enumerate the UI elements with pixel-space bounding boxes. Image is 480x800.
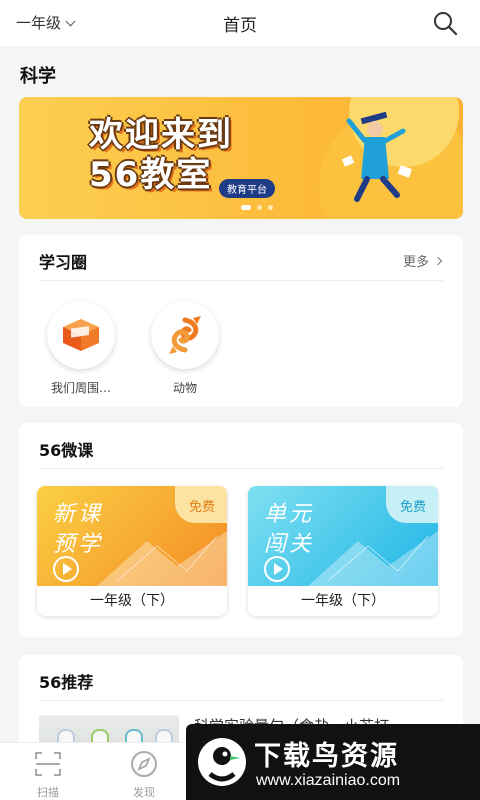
more-link[interactable]: 更多	[402, 251, 443, 270]
tile-cover: 单元 闯关 免费	[248, 486, 438, 586]
circle-item-label: 动物	[172, 381, 197, 395]
watermark-name: 下载鸟资源	[254, 741, 399, 772]
watermark-url: www.xiazainiao.com	[256, 772, 401, 789]
nav-scan[interactable]: 扫描	[18, 749, 78, 800]
top-bar: 一年级 首页	[0, 0, 480, 46]
micro-course-title: 56微课	[39, 441, 94, 460]
fish-icon	[151, 301, 219, 369]
divider	[39, 280, 443, 281]
nav-label: 发现	[133, 786, 155, 799]
divider	[39, 700, 443, 701]
chevron-right-icon	[433, 256, 443, 265]
watermark-overlay: 下载鸟资源 www.xiazainiao.com	[186, 724, 480, 800]
pagination-dot	[268, 205, 273, 210]
search-icon[interactable]	[432, 10, 458, 36]
play-icon	[264, 556, 290, 582]
circle-item-surroundings[interactable]: 我们周围…	[41, 301, 121, 396]
welcome-banner[interactable]: 欢迎来到 56教室 教育平台	[19, 97, 463, 219]
circle-item-animals[interactable]: 动物	[145, 301, 225, 396]
page-title: 首页	[223, 16, 257, 36]
divider	[39, 468, 443, 469]
banner-headline: 欢迎来到 56教室	[89, 115, 233, 195]
course-tile-unit-challenge[interactable]: 单元 闯关 免费 一年级（下）	[248, 486, 438, 616]
nav-label: 扫描	[37, 786, 59, 799]
tile-headline: 单元 闯关	[264, 500, 314, 560]
free-badge: 免费	[385, 486, 438, 523]
mountain-graphic	[308, 531, 438, 586]
study-circle-card: 学习圈 更多 我们周围… 动物	[19, 235, 463, 407]
play-icon	[53, 556, 79, 582]
tile-grade: 一年级（下）	[90, 593, 174, 609]
course-tile-preview[interactable]: 新课 预学 免费 一年级（下）	[37, 486, 227, 616]
tile-headline: 新课 预学	[53, 500, 103, 560]
tile-cover: 新课 预学 免费	[37, 486, 227, 586]
more-label: 更多	[402, 255, 429, 270]
tile-line-1: 单元	[264, 502, 315, 527]
study-circle-title: 学习圈	[39, 253, 88, 272]
subject-title: 科学	[20, 66, 56, 87]
cube-icon	[47, 301, 115, 369]
banner-badge: 教育平台	[219, 179, 275, 198]
compass-icon	[131, 751, 157, 777]
banner-line-1: 欢迎来到	[89, 115, 233, 155]
nav-discover[interactable]: 发现	[114, 749, 174, 800]
tile-grade: 一年级（下）	[301, 593, 385, 609]
circle-item-label: 我们周围…	[50, 381, 111, 395]
free-badge: 免费	[174, 486, 227, 523]
pagination-dot	[257, 205, 262, 210]
pagination-dot	[241, 205, 251, 210]
mountain-graphic	[97, 531, 227, 586]
scan-icon	[35, 752, 61, 776]
micro-course-card: 56微课 新课 预学 免费 一年级（下） 单元 闯关 免费 一年级（下）	[19, 423, 463, 637]
tile-line-2: 闯关	[264, 532, 315, 557]
banner-pagination	[241, 205, 273, 210]
recommend-title: 56推荐	[39, 673, 94, 692]
banner-line-2: 56教室	[89, 155, 213, 195]
tile-line-2: 预学	[53, 532, 104, 557]
tile-line-1: 新课	[53, 502, 104, 527]
graduate-jumping-illustration	[341, 111, 413, 202]
bird-logo-icon	[198, 738, 246, 786]
